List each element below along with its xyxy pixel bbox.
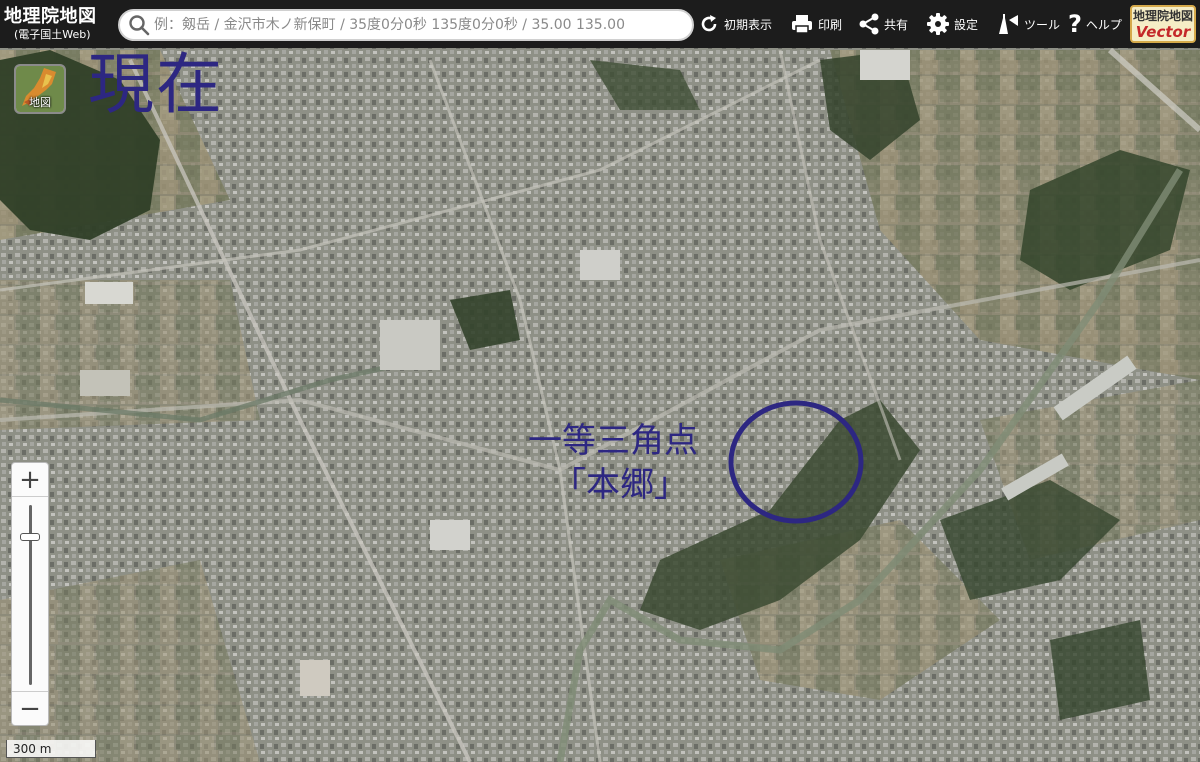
scale-bar: 300 m <box>6 740 96 758</box>
share-icon <box>859 13 879 35</box>
print-button[interactable]: 印刷 <box>790 0 842 48</box>
reset-view-label: 初期表示 <box>724 17 773 32</box>
help-label: ヘルプ <box>1085 17 1122 32</box>
search-icon[interactable] <box>128 14 150 36</box>
marker-circle <box>728 400 864 524</box>
settings-label: 設定 <box>954 17 979 32</box>
share-button[interactable]: 共有 <box>858 0 908 48</box>
tools-label: ツール <box>1024 17 1061 32</box>
help-button[interactable]: ? ヘルプ <box>1068 0 1122 48</box>
printer-icon <box>792 15 812 34</box>
search-box <box>118 9 694 41</box>
top-toolbar: 地理院地図 (電子国土Web) 初期表示 印刷 共有 <box>0 0 1200 48</box>
triangulation-point-annotation: 一等三角点 「本郷」 <box>528 420 748 507</box>
gear-icon <box>927 13 949 35</box>
tools-icon <box>999 14 1018 34</box>
vector-badge-title: 地理院地図 <box>1132 9 1193 23</box>
settings-button[interactable]: 設定 <box>926 0 978 48</box>
reload-icon <box>701 15 717 32</box>
layer-switch-button[interactable]: 地図 <box>14 64 66 114</box>
zoom-control: + − <box>11 462 49 726</box>
search-input[interactable] <box>154 11 692 39</box>
vector-badge-label: Vector <box>1135 23 1191 41</box>
brand-title: 地理院地図 <box>4 6 97 27</box>
zoom-slider-track[interactable] <box>29 505 32 685</box>
reset-view-button[interactable]: 初期表示 <box>698 0 772 48</box>
zoom-slider-handle[interactable] <box>20 533 40 542</box>
triangulation-point-title: 一等三角点 <box>528 421 698 461</box>
vector-map-button[interactable]: 地理院地図 Vector <box>1130 5 1196 43</box>
brand-subtitle: (電子国土Web) <box>14 28 91 41</box>
app-brand[interactable]: 地理院地図 (電子国土Web) <box>0 6 116 41</box>
layer-button-label: 地図 <box>29 96 51 109</box>
current-label-annotation: 現在 <box>88 46 224 123</box>
print-label: 印刷 <box>818 17 843 32</box>
zoom-out-button[interactable]: − <box>12 691 48 725</box>
tools-button[interactable]: ツール <box>996 0 1060 48</box>
triangulation-point-name: 「本郷」 <box>552 464 688 505</box>
zoom-in-button[interactable]: + <box>12 463 48 497</box>
help-icon: ? <box>1068 10 1082 38</box>
share-label: 共有 <box>884 17 909 32</box>
